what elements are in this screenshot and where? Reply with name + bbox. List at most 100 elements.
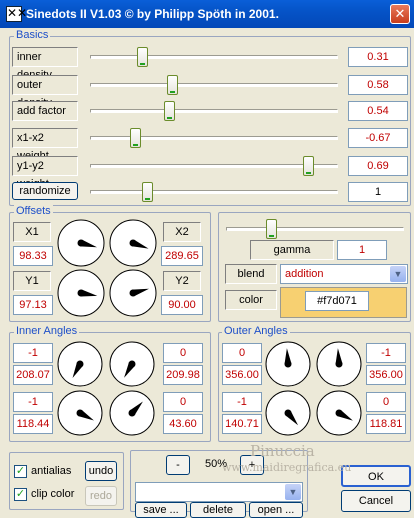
dial-hub xyxy=(77,239,85,247)
color-hex-input[interactable]: #f7d071 xyxy=(305,291,369,311)
inner-bottom-value[interactable]: 43.60 xyxy=(163,414,203,434)
basics-slider-thumb[interactable] xyxy=(166,75,178,95)
offset-dial-y1[interactable] xyxy=(57,269,107,319)
outer-angles-title: Outer Angles xyxy=(222,325,290,337)
preset-select[interactable]: ▼ xyxy=(135,482,303,502)
inner-top-value[interactable]: -1 xyxy=(13,343,53,363)
undo-button[interactable]: undo xyxy=(85,461,117,481)
basics-slider-thumb[interactable] xyxy=(129,128,141,148)
inner-bottom-value[interactable]: 209.98 xyxy=(163,365,203,385)
inner-top-value[interactable]: -1 xyxy=(13,392,53,412)
inner-bottom-value[interactable]: 118.44 xyxy=(13,414,53,434)
basics-label: x1-x2 weight xyxy=(12,128,78,162)
delete-preset-button[interactable]: delete xyxy=(190,502,246,518)
y2-label: Y2 xyxy=(163,271,201,291)
title-bar: ✕✕ Sinedots II V1.03 © by Philipp Spöth … xyxy=(0,0,414,28)
dial-hub xyxy=(284,360,292,368)
color-label: color xyxy=(225,290,277,310)
dial-hub xyxy=(129,239,137,247)
window-title: Sinedots II V1.03 © by Philipp Spöth in … xyxy=(26,7,279,21)
outer-bottom-value[interactable]: 356.00 xyxy=(366,365,406,385)
offset-dial-x2[interactable] xyxy=(109,219,159,269)
blend-label: blend xyxy=(225,264,277,284)
inner-bottom-value[interactable]: 208.07 xyxy=(13,365,53,385)
outer-angle-dial[interactable] xyxy=(316,390,364,438)
outer-top-value[interactable]: 0 xyxy=(366,392,406,412)
basics-slider-track[interactable] xyxy=(90,190,338,194)
basics-title: Basics xyxy=(14,29,51,41)
offset-dial-x1[interactable] xyxy=(57,219,107,269)
basics-slider-track[interactable] xyxy=(90,83,338,87)
basics-value[interactable]: 0.54 xyxy=(348,101,408,121)
dial-hub xyxy=(129,289,137,297)
blend-select[interactable]: addition ▼ xyxy=(280,264,408,284)
outer-bottom-value[interactable]: 118.81 xyxy=(366,414,406,434)
basics-label: add factor xyxy=(12,101,78,121)
inner-angle-dial[interactable] xyxy=(57,390,105,438)
x1-label: X1 xyxy=(13,222,51,242)
dial-hub xyxy=(335,360,343,368)
blend-select-value: addition xyxy=(285,268,324,280)
basics-slider-track[interactable] xyxy=(90,136,338,140)
outer-angle-dial[interactable] xyxy=(316,341,364,389)
dial-hub xyxy=(128,360,136,368)
dial-hub xyxy=(335,409,343,417)
inner-angle-dial[interactable] xyxy=(57,341,105,389)
outer-top-value[interactable]: 0 xyxy=(222,343,262,363)
basics-value[interactable]: 0.58 xyxy=(348,75,408,95)
randomize-button[interactable]: randomize xyxy=(12,182,78,200)
chevron-down-icon[interactable]: ▼ xyxy=(390,266,406,282)
dial-hub xyxy=(284,409,292,417)
basics-label: inner density xyxy=(12,47,78,81)
basics-slider-thumb[interactable] xyxy=(303,156,315,176)
y2-value[interactable]: 90.00 xyxy=(161,295,203,315)
basics-value[interactable]: 0.69 xyxy=(348,156,408,176)
basics-label: y1-y2 weight xyxy=(12,156,78,190)
dial-hub xyxy=(77,289,85,297)
basics-slider-track[interactable] xyxy=(90,164,338,168)
open-preset-button[interactable]: open ... xyxy=(249,502,303,518)
basics-slider-thumb[interactable] xyxy=(164,101,176,121)
basics-slider-thumb[interactable] xyxy=(137,47,149,67)
outer-bottom-value[interactable]: 356.00 xyxy=(222,365,262,385)
basics-slider-track[interactable] xyxy=(90,109,338,113)
dial-hub xyxy=(128,409,136,417)
outer-angle-dial[interactable] xyxy=(265,341,313,389)
inner-top-value[interactable]: 0 xyxy=(163,343,203,363)
chevron-down-icon[interactable]: ▼ xyxy=(285,484,301,500)
clip-color-checkbox[interactable]: ✓ xyxy=(14,488,27,501)
gamma-slider-track[interactable] xyxy=(226,227,404,231)
x2-value[interactable]: 289.65 xyxy=(161,246,203,266)
gamma-label: gamma xyxy=(250,240,334,260)
inner-angle-dial[interactable] xyxy=(109,390,157,438)
redo-button[interactable]: redo xyxy=(85,486,117,506)
zoom-out-button[interactable]: - xyxy=(166,455,190,475)
offset-dial-y2[interactable] xyxy=(109,269,159,319)
ok-button[interactable]: OK xyxy=(341,465,411,487)
inner-angles-title: Inner Angles xyxy=(14,325,80,337)
basics-slider-thumb[interactable] xyxy=(142,182,154,202)
outer-top-value[interactable]: -1 xyxy=(366,343,406,363)
inner-top-value[interactable]: 0 xyxy=(163,392,203,412)
outer-angle-dial[interactable] xyxy=(265,390,313,438)
basics-value[interactable]: 0.31 xyxy=(348,47,408,67)
gamma-slider-thumb[interactable] xyxy=(265,219,277,239)
dial-hub xyxy=(76,360,84,368)
app-icon: ✕✕ xyxy=(6,6,28,22)
basics-value[interactable]: 1 xyxy=(348,182,408,202)
close-button[interactable]: ✕ xyxy=(390,4,410,24)
basics-value[interactable]: -0.67 xyxy=(348,128,408,148)
watermark-name: Pinuccia xyxy=(250,442,315,460)
antialias-checkbox[interactable]: ✓ xyxy=(14,465,27,478)
y1-value[interactable]: 97.13 xyxy=(13,295,53,315)
save-preset-button[interactable]: save ... xyxy=(135,502,187,518)
outer-bottom-value[interactable]: 140.71 xyxy=(222,414,262,434)
basics-slider-track[interactable] xyxy=(90,55,338,59)
inner-angle-dial[interactable] xyxy=(109,341,157,389)
outer-top-value[interactable]: -1 xyxy=(222,392,262,412)
gamma-value[interactable]: 1 xyxy=(337,240,387,260)
y1-label: Y1 xyxy=(13,271,51,291)
cancel-button[interactable]: Cancel xyxy=(341,490,411,512)
x1-value[interactable]: 98.33 xyxy=(13,246,53,266)
antialias-label: antialias xyxy=(31,465,72,477)
